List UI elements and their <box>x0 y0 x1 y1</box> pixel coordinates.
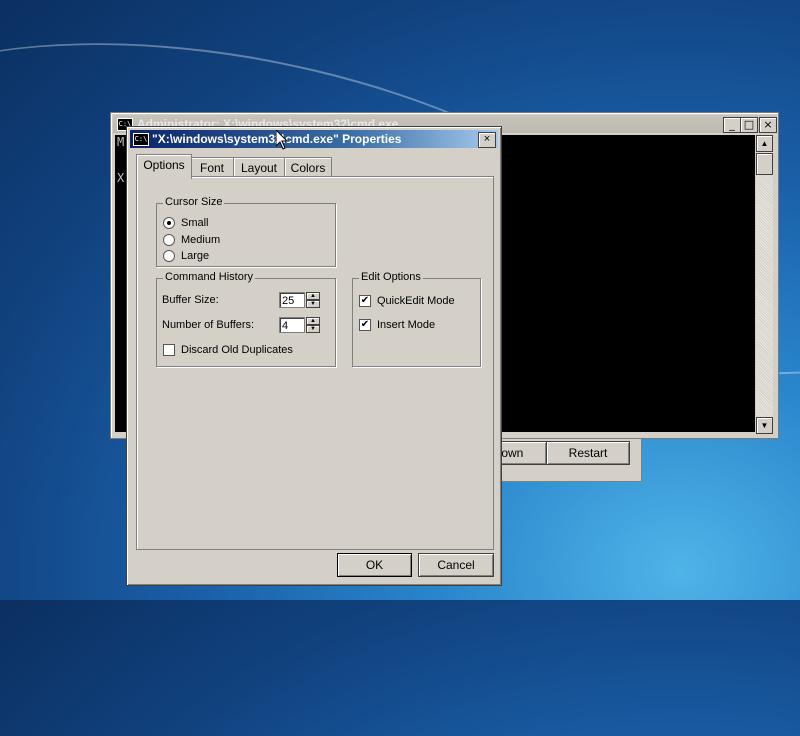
number-of-buffers-spinner[interactable]: ▲ ▼ <box>306 317 320 333</box>
buffer-size-input[interactable]: 25 <box>279 292 305 308</box>
cmd-app-icon[interactable]: C:\ <box>133 133 149 146</box>
spin-up-icon[interactable]: ▲ <box>306 292 320 300</box>
properties-title-bar[interactable]: C:\ "X:\windows\system32\cmd.exe" Proper… <box>130 130 498 148</box>
command-history-group: Command History Buffer Size: 25 ▲ ▼ Numb… <box>156 271 336 367</box>
spin-down-icon[interactable]: ▼ <box>306 300 320 308</box>
mouse-pointer-icon <box>276 130 288 150</box>
edit-options-group: Edit Options ✔ QuickEdit Mode ✔ Insert M… <box>352 271 481 367</box>
radio-button-icon[interactable] <box>163 250 175 262</box>
radio-large[interactable]: Large <box>163 249 209 263</box>
console-line: X <box>117 171 125 185</box>
radio-medium[interactable]: Medium <box>163 233 220 247</box>
scroll-thumb[interactable] <box>756 153 773 175</box>
maximize-button[interactable]: □ <box>740 117 758 133</box>
cursor-size-group: Cursor Size Small Medium Large <box>156 196 336 267</box>
tab-layout[interactable]: Layout <box>233 157 285 178</box>
vertical-scrollbar[interactable]: ▲ ▼ <box>756 135 773 434</box>
tab-colors[interactable]: Colors <box>284 157 332 178</box>
radio-small[interactable]: Small <box>163 216 209 230</box>
spin-up-icon[interactable]: ▲ <box>306 317 320 325</box>
checkmark-icon[interactable]: ✔ <box>359 295 371 307</box>
group-label: Command History <box>163 271 256 283</box>
radio-button-icon[interactable] <box>163 234 175 246</box>
buffer-size-spinner[interactable]: ▲ ▼ <box>306 292 320 308</box>
cancel-button[interactable]: Cancel <box>418 553 494 577</box>
discard-old-duplicates-checkbox[interactable]: Discard Old Duplicates <box>163 343 293 357</box>
group-label: Edit Options <box>359 271 423 283</box>
checkmark-icon[interactable]: ✔ <box>359 319 371 331</box>
tab-font[interactable]: Font <box>190 157 234 178</box>
tab-options[interactable]: Options <box>136 154 192 179</box>
quickedit-mode-checkbox[interactable]: ✔ QuickEdit Mode <box>359 294 455 308</box>
checkbox-icon[interactable] <box>163 344 175 356</box>
minimize-button[interactable]: _ <box>723 117 741 133</box>
spin-down-icon[interactable]: ▼ <box>306 325 320 333</box>
ok-button[interactable]: OK <box>337 553 412 577</box>
radio-button-icon[interactable] <box>163 217 175 229</box>
close-button[interactable]: × <box>478 132 496 148</box>
scroll-up-arrow-icon[interactable]: ▲ <box>756 135 773 152</box>
buffer-size-label: Buffer Size: <box>162 294 219 306</box>
insert-mode-checkbox[interactable]: ✔ Insert Mode <box>359 318 435 332</box>
console-line: M <box>117 135 125 149</box>
close-button[interactable]: × <box>759 117 777 133</box>
number-of-buffers-label: Number of Buffers: <box>162 319 255 331</box>
group-label: Cursor Size <box>163 196 225 208</box>
properties-dialog: C:\ "X:\windows\system32\cmd.exe" Proper… <box>126 126 502 586</box>
scroll-down-arrow-icon[interactable]: ▼ <box>756 417 773 434</box>
restart-button[interactable]: Restart <box>546 441 630 465</box>
options-tab-panel: Cursor Size Small Medium Large Command H… <box>136 176 494 550</box>
number-of-buffers-input[interactable]: 4 <box>279 317 305 333</box>
